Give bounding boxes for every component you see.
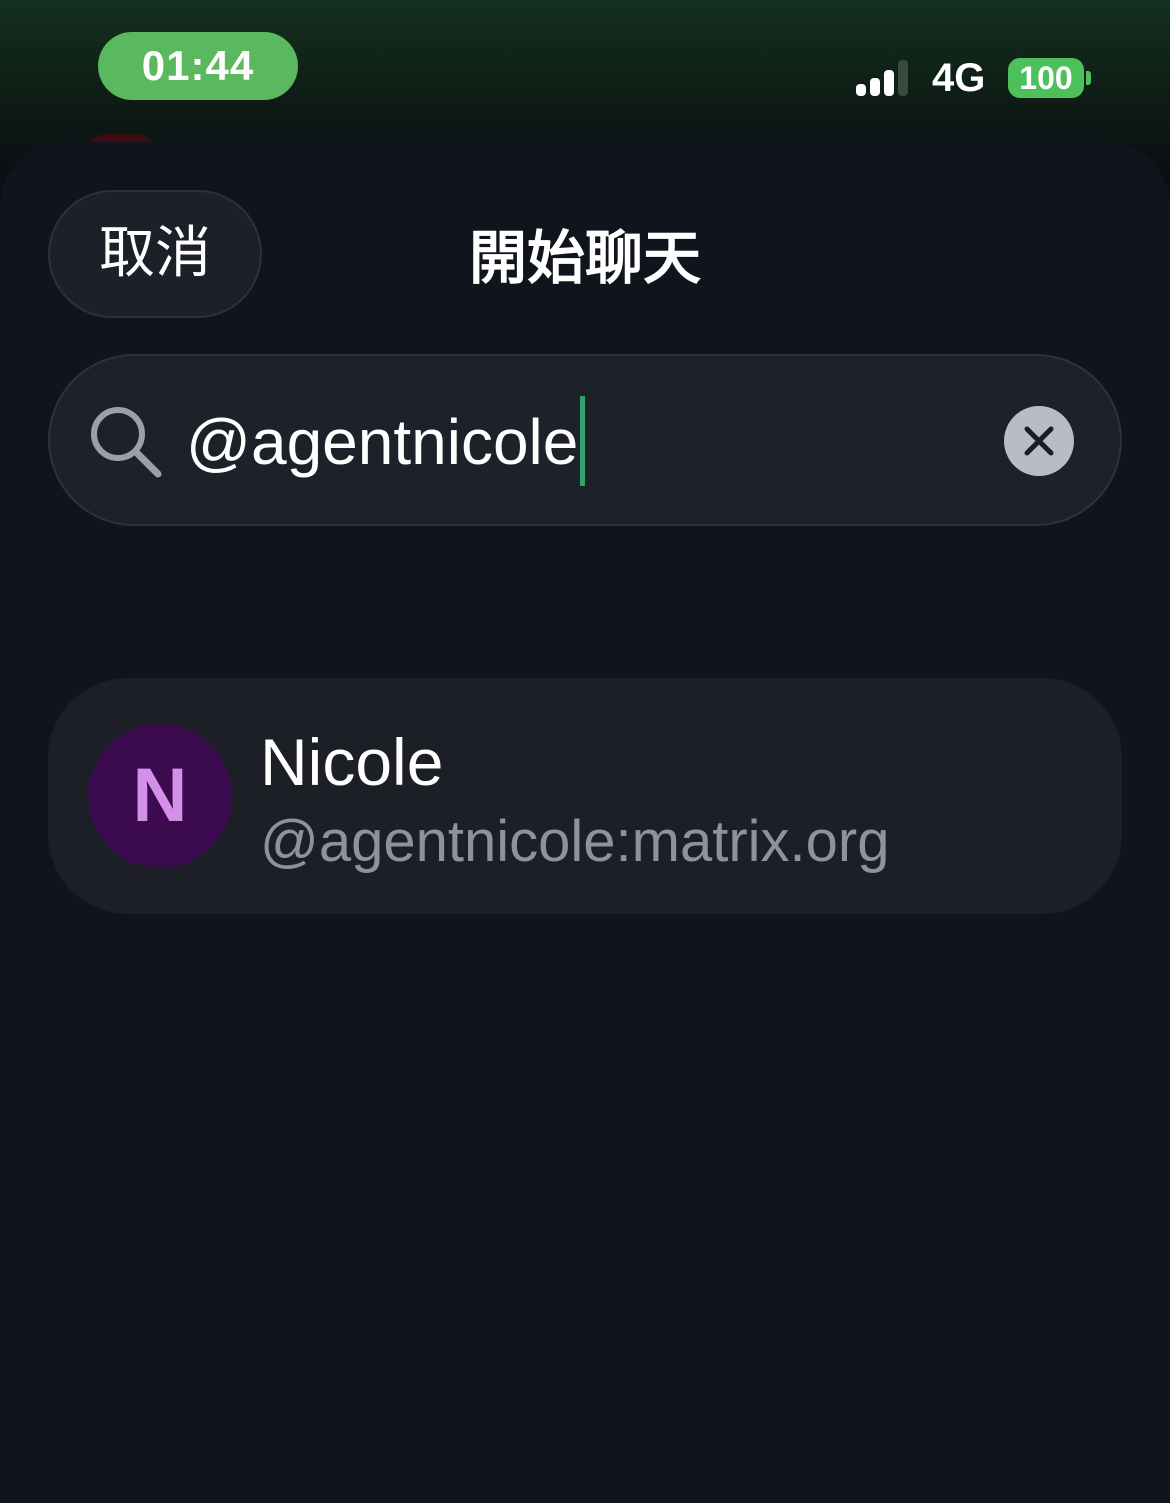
search-input-text: @agentnicole — [186, 406, 579, 478]
cellular-signal-icon — [856, 60, 908, 96]
screen: 01:44 4G 100 取消 開始聊天 @agentnicole N Nico… — [0, 0, 1170, 1503]
user-matrix-id: @agentnicole:matrix.org — [260, 809, 890, 874]
status-time: 01:44 — [98, 32, 298, 100]
status-bar: 01:44 4G 100 — [0, 0, 1170, 154]
battery-tip — [1086, 71, 1091, 85]
clear-search-button[interactable] — [1004, 406, 1074, 476]
network-type-label: 4G — [932, 56, 986, 100]
user-display-name: Nicole — [260, 725, 444, 799]
search-input[interactable]: @agentnicole — [186, 396, 586, 487]
battery-indicator: 100 — [1008, 58, 1084, 98]
page-title: 開始聊天 — [468, 224, 701, 292]
avatar: N — [88, 724, 232, 868]
search-icon — [91, 407, 162, 478]
text-caret — [580, 396, 586, 487]
cancel-button[interactable]: 取消 — [48, 190, 262, 318]
clear-icon — [1024, 426, 1054, 456]
